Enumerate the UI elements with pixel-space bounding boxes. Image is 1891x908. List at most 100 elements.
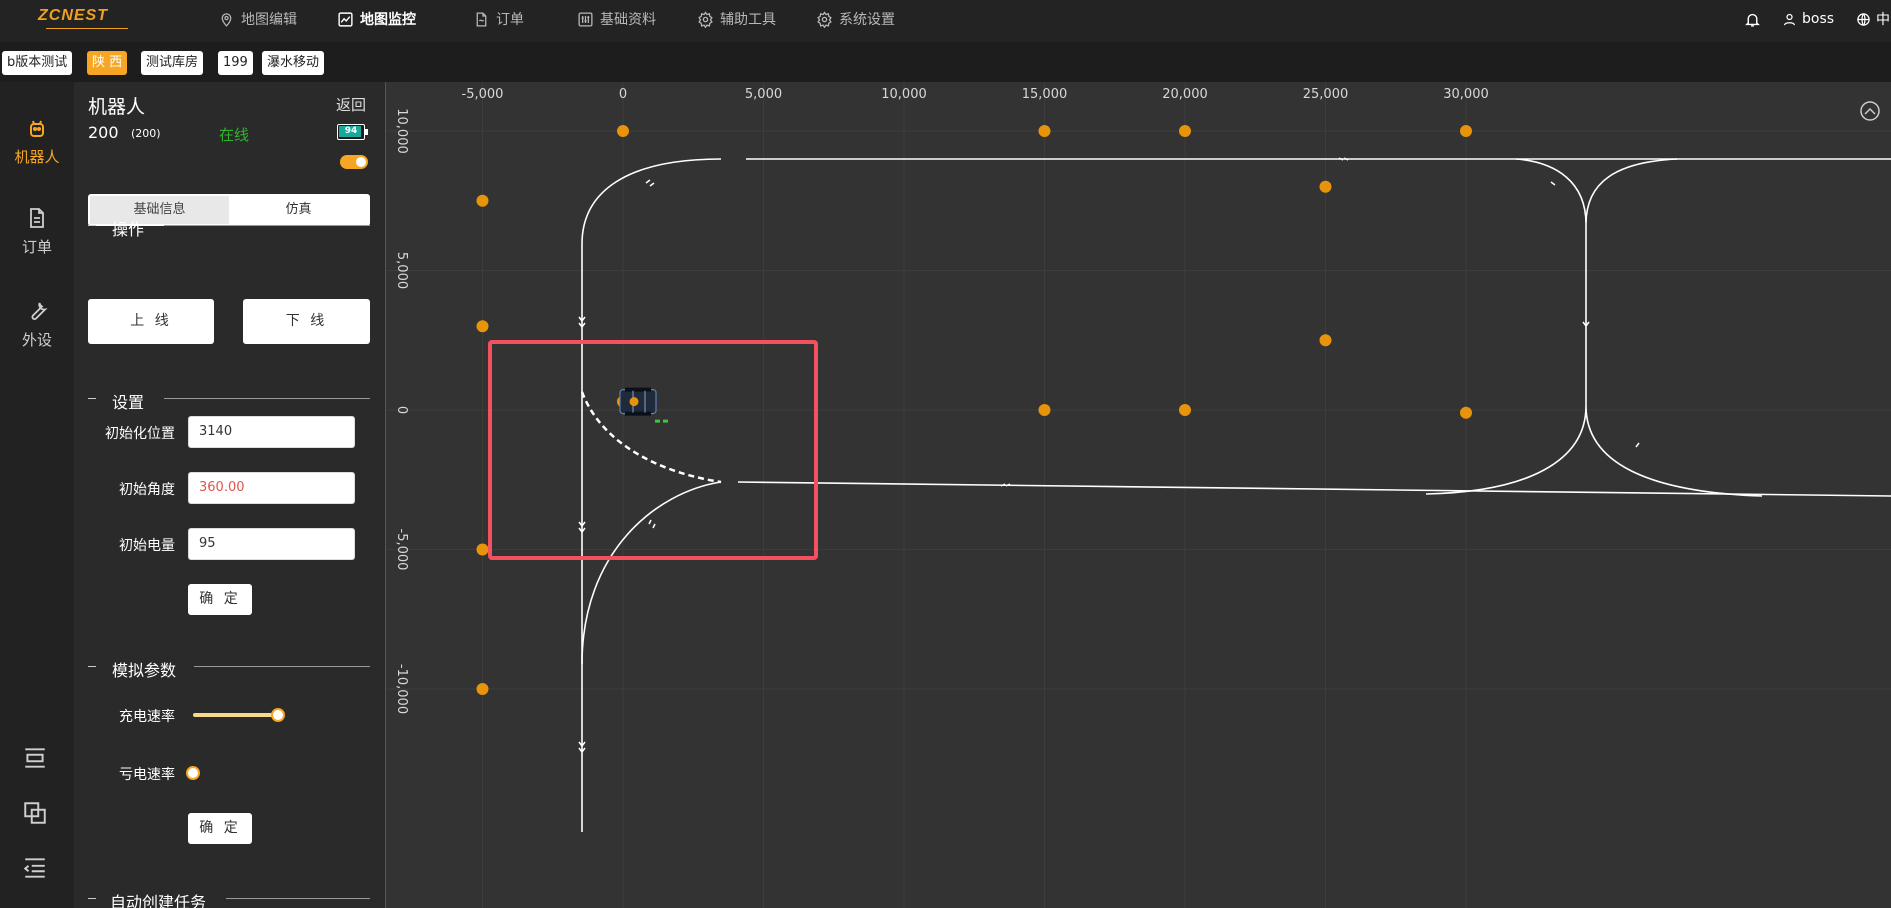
route-middle-line [737,481,1891,497]
y-tick-label: 0 [394,406,409,414]
robot-id: 200 [88,123,119,142]
map-node[interactable] [476,683,489,695]
status-badge: 在线 [219,126,250,144]
route-right-arch-bottom [1425,405,1763,497]
x-tick-label: 30,000 [1443,87,1489,102]
map-node[interactable] [1038,404,1051,416]
notification-button[interactable] [1744,0,1761,38]
go-offline-button[interactable]: 下 线 [243,299,370,344]
collapse-menu-icon[interactable] [22,855,48,881]
rail-item-robot[interactable]: 机器人 [0,116,74,167]
context-tags-bar: b版本测试 陕 西 测试库房 199 瀑水移动 [0,42,1891,82]
route-arrow-marks [578,157,1640,754]
nav-map-edit[interactable]: 地图编辑 [218,0,297,38]
tag-version[interactable]: b版本测试 [2,51,73,75]
section-auto-task: 自动创建任务 [88,889,370,908]
language-switch[interactable]: 中 [1856,0,1890,38]
route-left-bottom-curve [581,481,722,665]
init-angle-input[interactable]: 360.00 [188,472,355,504]
gear-icon [698,10,713,28]
robot-panel: 机器人 返回 200 (200) 在线 94 基础信息 仿真 操作 上 线 下 … [74,82,385,908]
back-link[interactable]: 返回 [336,94,366,115]
logo: ZCNEST [38,7,128,31]
drain-rate-label: 亏电速率 [119,767,175,783]
map-node[interactable] [617,125,629,137]
map-node[interactable] [476,543,489,556]
init-position-label: 初始化位置 [105,426,175,442]
route-paths [581,158,1891,832]
user-menu[interactable]: boss [1782,0,1834,38]
map-node[interactable] [1460,125,1472,137]
robot-marker[interactable] [619,387,668,423]
rail-item-orders[interactable]: 订单 [0,206,74,257]
x-tick-label: 15,000 [1022,87,1068,102]
top-bar: ZCNEST 地图编辑 地图监控 订单 基础资料 辅助工具 系统设置 boss … [0,0,1891,42]
map-node[interactable] [476,194,489,207]
init-position-input[interactable]: 3140 [188,416,355,448]
tag-region[interactable]: 陕 西 [87,51,128,75]
map-node[interactable] [1319,334,1332,347]
x-tick-label: 0 [619,87,627,102]
globe-icon [1857,12,1870,26]
map-pin-icon [221,12,232,27]
panel-title: 机器人 [88,96,146,118]
init-angle-label: 初始角度 [119,482,175,498]
charge-rate-label: 充电速率 [119,709,175,725]
x-axis-ticks: -10,000-5,00005,00010,00015,00020,00025,… [462,87,1489,102]
confirm-settings-button[interactable]: 确 定 [188,584,252,615]
section-settings: 设置 [88,389,370,412]
x-tick-label: 20,000 [1162,87,1208,102]
icon-rail: 机器人 订单 外设 [0,82,74,908]
y-tick-label: 10,000 [394,108,409,154]
map-canvas[interactable]: -10,000 -5,000 0 5,000 10,000 15,000 20,000 25,… [385,82,1891,908]
nav-system-settings[interactable]: 系统设置 [816,0,895,38]
nav-aux-tools[interactable]: 辅助工具 [697,0,776,38]
map-node[interactable] [1179,125,1191,137]
section-operations: 操作 [88,216,370,239]
robot-id-sub: (200) [131,127,161,140]
map-grid [386,82,1891,908]
nav-map-monitor[interactable]: 地图监控 [337,0,416,38]
battery-icon: 94 [337,124,365,140]
sliders-icon [578,11,593,27]
y-tick-label: -10,000 [394,664,409,714]
layout-icon[interactable] [22,745,48,771]
layers-icon[interactable] [22,800,48,826]
init-power-input[interactable]: 95 [188,528,355,560]
highlight-box [488,340,818,560]
drain-rate-slider-handle[interactable] [186,766,200,780]
scroll-up-icon[interactable] [1860,101,1880,121]
tag-warehouse[interactable]: 测试库房 [141,51,204,75]
tag-move[interactable]: 瀑水移动 [262,51,325,75]
charge-rate-slider-handle[interactable] [271,708,285,722]
document-icon [476,11,487,27]
route-left-top-curve [581,158,722,245]
map-node[interactable] [1319,180,1332,193]
map-node[interactable] [1038,125,1051,137]
tag-number[interactable]: 199 [218,51,253,75]
charge-rate-slider[interactable] [193,713,278,717]
section-sim-params: 模拟参数 [88,657,370,680]
x-tick-label: 5,000 [745,87,782,102]
y-axis-ticks: 10,000 5,000 0 -5,000 -10,000 [394,108,409,714]
map-node[interactable] [1460,406,1472,419]
go-online-button[interactable]: 上 线 [88,299,214,344]
map-node[interactable] [1179,404,1191,416]
gear-icon [817,10,832,28]
online-toggle[interactable] [340,155,368,169]
x-tick-label: -5,000 [462,87,504,102]
battery-value: 94 [344,126,358,136]
rail-item-peripherals[interactable]: 外设 [0,299,74,350]
y-tick-label: 5,000 [394,252,409,289]
bell-icon [1745,13,1760,27]
x-tick-label: 10,000 [881,87,927,102]
confirm-sim-button[interactable]: 确 定 [188,813,252,844]
document-icon [30,208,44,228]
nav-basic-data[interactable]: 基础资料 [577,0,656,38]
user-icon [1783,13,1796,25]
nav-orders[interactable]: 订单 [473,0,524,38]
map-svg[interactable]: -10,000 -5,000 0 5,000 10,000 15,000 20,000 25,… [386,82,1891,908]
wrench-icon [31,302,48,320]
route-right-arch-top [1515,158,1678,225]
map-node[interactable] [476,320,489,333]
